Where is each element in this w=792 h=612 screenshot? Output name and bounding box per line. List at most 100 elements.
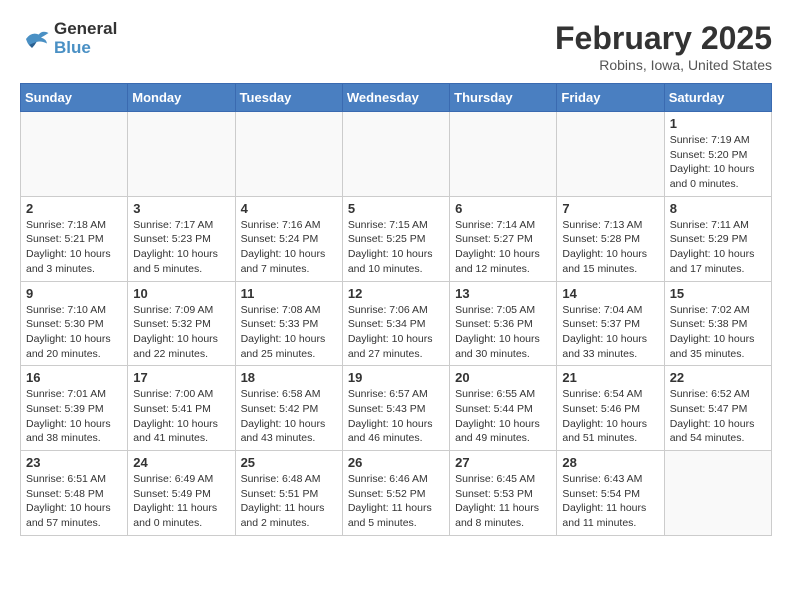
- day-cell: 22 Sunrise: 6:52 AM Sunset: 5:47 PM Dayli…: [664, 366, 771, 451]
- day-number: 10: [133, 286, 229, 301]
- day-info: Sunrise: 7:00 AM Sunset: 5:41 PM Dayligh…: [133, 387, 229, 446]
- day-info: Sunrise: 7:13 AM Sunset: 5:28 PM Dayligh…: [562, 218, 658, 277]
- day-cell: 13 Sunrise: 7:05 AM Sunset: 5:36 PM Dayli…: [450, 281, 557, 366]
- day-cell: 2 Sunrise: 7:18 AM Sunset: 5:21 PM Daylig…: [21, 196, 128, 281]
- day-cell: 16Sunrise: 7:01 AM Sunset: 5:39 PM Dayli…: [21, 366, 128, 451]
- weekday-header-monday: Monday: [128, 84, 235, 112]
- weekday-header-thursday: Thursday: [450, 84, 557, 112]
- day-number: 27: [455, 455, 551, 470]
- day-number: 15: [670, 286, 766, 301]
- page-header: General Blue February 2025 Robins, Iowa,…: [20, 20, 772, 73]
- day-number: 17: [133, 370, 229, 385]
- day-number: 4: [241, 201, 337, 216]
- day-cell: 17 Sunrise: 7:00 AM Sunset: 5:41 PM Dayli…: [128, 366, 235, 451]
- day-number: 21: [562, 370, 658, 385]
- day-cell: [235, 112, 342, 197]
- day-info: Sunrise: 7:09 AM Sunset: 5:32 PM Dayligh…: [133, 303, 229, 362]
- day-cell: 5 Sunrise: 7:15 AM Sunset: 5:25 PM Daylig…: [342, 196, 449, 281]
- logo-text: General Blue: [54, 20, 117, 57]
- day-number: 25: [241, 455, 337, 470]
- day-number: 18: [241, 370, 337, 385]
- week-row-3: 9Sunrise: 7:10 AM Sunset: 5:30 PM Daylig…: [21, 281, 772, 366]
- day-cell: 15 Sunrise: 7:02 AM Sunset: 5:38 PM Dayli…: [664, 281, 771, 366]
- weekday-header-friday: Friday: [557, 84, 664, 112]
- day-number: 16: [26, 370, 122, 385]
- day-number: 20: [455, 370, 551, 385]
- day-number: 7: [562, 201, 658, 216]
- week-row-5: 23 Sunrise: 6:51 AM Sunset: 5:48 PM Dayli…: [21, 451, 772, 536]
- weekday-header-sunday: Sunday: [21, 84, 128, 112]
- day-number: 9: [26, 286, 122, 301]
- day-cell: 14 Sunrise: 7:04 AM Sunset: 5:37 PM Dayli…: [557, 281, 664, 366]
- day-number: 23: [26, 455, 122, 470]
- day-cell: 12Sunrise: 7:06 AM Sunset: 5:34 PM Dayli…: [342, 281, 449, 366]
- day-cell: [450, 112, 557, 197]
- day-cell: [342, 112, 449, 197]
- day-info: Sunrise: 7:08 AM Sunset: 5:33 PM Dayligh…: [241, 303, 337, 362]
- location: Robins, Iowa, United States: [555, 57, 772, 73]
- day-number: 11: [241, 286, 337, 301]
- day-cell: [557, 112, 664, 197]
- day-cell: 26 Sunrise: 6:46 AM Sunset: 5:52 PM Dayli…: [342, 451, 449, 536]
- day-number: 2: [26, 201, 122, 216]
- day-info: Sunrise: 7:04 AM Sunset: 5:37 PM Dayligh…: [562, 303, 658, 362]
- day-cell: [128, 112, 235, 197]
- day-info: Sunrise: 6:43 AM Sunset: 5:54 PM Dayligh…: [562, 472, 658, 531]
- day-number: 24: [133, 455, 229, 470]
- day-info: Sunrise: 6:52 AM Sunset: 5:47 PM Dayligh…: [670, 387, 766, 446]
- day-cell: 9Sunrise: 7:10 AM Sunset: 5:30 PM Daylig…: [21, 281, 128, 366]
- day-number: 12: [348, 286, 444, 301]
- day-info: Sunrise: 6:57 AM Sunset: 5:43 PM Dayligh…: [348, 387, 444, 446]
- day-info: Sunrise: 7:16 AM Sunset: 5:24 PM Dayligh…: [241, 218, 337, 277]
- day-cell: 7 Sunrise: 7:13 AM Sunset: 5:28 PM Daylig…: [557, 196, 664, 281]
- day-cell: 28 Sunrise: 6:43 AM Sunset: 5:54 PM Dayli…: [557, 451, 664, 536]
- week-row-4: 16Sunrise: 7:01 AM Sunset: 5:39 PM Dayli…: [21, 366, 772, 451]
- day-info: Sunrise: 7:14 AM Sunset: 5:27 PM Dayligh…: [455, 218, 551, 277]
- day-info: Sunrise: 7:18 AM Sunset: 5:21 PM Dayligh…: [26, 218, 122, 277]
- day-info: Sunrise: 6:46 AM Sunset: 5:52 PM Dayligh…: [348, 472, 444, 531]
- day-info: Sunrise: 7:19 AM Sunset: 5:20 PM Dayligh…: [670, 133, 766, 192]
- day-number: 1: [670, 116, 766, 131]
- day-info: Sunrise: 6:54 AM Sunset: 5:46 PM Dayligh…: [562, 387, 658, 446]
- weekday-header-row: SundayMondayTuesdayWednesdayThursdayFrid…: [21, 84, 772, 112]
- day-cell: 11 Sunrise: 7:08 AM Sunset: 5:33 PM Dayli…: [235, 281, 342, 366]
- day-number: 22: [670, 370, 766, 385]
- day-cell: [21, 112, 128, 197]
- day-info: Sunrise: 6:51 AM Sunset: 5:48 PM Dayligh…: [26, 472, 122, 531]
- day-cell: 19 Sunrise: 6:57 AM Sunset: 5:43 PM Dayli…: [342, 366, 449, 451]
- day-number: 8: [670, 201, 766, 216]
- day-info: Sunrise: 7:05 AM Sunset: 5:36 PM Dayligh…: [455, 303, 551, 362]
- day-cell: 18 Sunrise: 6:58 AM Sunset: 5:42 PM Dayli…: [235, 366, 342, 451]
- day-number: 14: [562, 286, 658, 301]
- day-info: Sunrise: 6:55 AM Sunset: 5:44 PM Dayligh…: [455, 387, 551, 446]
- day-cell: 25 Sunrise: 6:48 AM Sunset: 5:51 PM Dayli…: [235, 451, 342, 536]
- logo: General Blue: [20, 20, 117, 57]
- day-cell: 8 Sunrise: 7:11 AM Sunset: 5:29 PM Daylig…: [664, 196, 771, 281]
- week-row-2: 2 Sunrise: 7:18 AM Sunset: 5:21 PM Daylig…: [21, 196, 772, 281]
- day-cell: 23 Sunrise: 6:51 AM Sunset: 5:48 PM Dayli…: [21, 451, 128, 536]
- day-info: Sunrise: 6:58 AM Sunset: 5:42 PM Dayligh…: [241, 387, 337, 446]
- logo-icon: [20, 24, 50, 54]
- day-info: Sunrise: 6:49 AM Sunset: 5:49 PM Dayligh…: [133, 472, 229, 531]
- day-cell: 6Sunrise: 7:14 AM Sunset: 5:27 PM Daylig…: [450, 196, 557, 281]
- day-info: Sunrise: 7:02 AM Sunset: 5:38 PM Dayligh…: [670, 303, 766, 362]
- day-number: 28: [562, 455, 658, 470]
- day-cell: 4 Sunrise: 7:16 AM Sunset: 5:24 PM Daylig…: [235, 196, 342, 281]
- weekday-header-saturday: Saturday: [664, 84, 771, 112]
- month-title: February 2025: [555, 20, 772, 57]
- calendar: SundayMondayTuesdayWednesdayThursdayFrid…: [20, 83, 772, 536]
- day-number: 13: [455, 286, 551, 301]
- weekday-header-tuesday: Tuesday: [235, 84, 342, 112]
- day-info: Sunrise: 7:15 AM Sunset: 5:25 PM Dayligh…: [348, 218, 444, 277]
- title-block: February 2025 Robins, Iowa, United State…: [555, 20, 772, 73]
- day-info: Sunrise: 7:11 AM Sunset: 5:29 PM Dayligh…: [670, 218, 766, 277]
- day-number: 3: [133, 201, 229, 216]
- day-cell: 1 Sunrise: 7:19 AM Sunset: 5:20 PM Daylig…: [664, 112, 771, 197]
- day-number: 19: [348, 370, 444, 385]
- day-info: Sunrise: 6:45 AM Sunset: 5:53 PM Dayligh…: [455, 472, 551, 531]
- weekday-header-wednesday: Wednesday: [342, 84, 449, 112]
- day-info: Sunrise: 6:48 AM Sunset: 5:51 PM Dayligh…: [241, 472, 337, 531]
- day-info: Sunrise: 7:17 AM Sunset: 5:23 PM Dayligh…: [133, 218, 229, 277]
- day-number: 5: [348, 201, 444, 216]
- day-number: 26: [348, 455, 444, 470]
